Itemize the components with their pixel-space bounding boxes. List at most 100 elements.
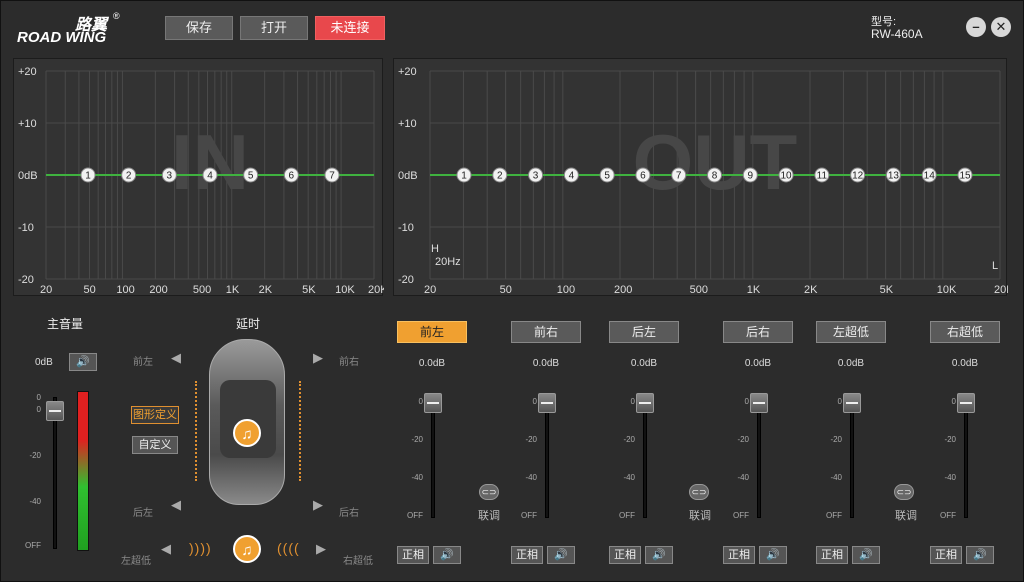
channel-fader[interactable]: 0 -20 -40 OFF: [729, 393, 773, 523]
rear-left-speaker-icon[interactable]: ◀: [171, 497, 181, 513]
eq-band-node[interactable]: 7: [671, 167, 687, 183]
level-meter: [77, 391, 89, 551]
mute-button[interactable]: 🔊: [433, 546, 461, 564]
eq-band-node[interactable]: 2: [121, 167, 137, 183]
eq-x-tick: 1K: [226, 284, 240, 296]
lowpass-marker[interactable]: L: [992, 260, 998, 272]
eq-band-label: 6: [289, 171, 295, 182]
eq-band-node[interactable]: 6: [283, 167, 299, 183]
eq-band-node[interactable]: 1: [456, 167, 472, 183]
eq-in-panel[interactable]: +20 +10 0dB -10 -20 20 50 100 200 500 1K 2K 5K 10K 20K…: [13, 58, 384, 297]
highpass-marker[interactable]: H: [431, 243, 439, 255]
eq-band-node[interactable]: 9: [742, 167, 758, 183]
eq-band-node[interactable]: 15: [957, 167, 973, 183]
eq-y-tick: +10: [398, 118, 417, 130]
eq-y-tick: 0dB: [18, 170, 38, 182]
phase-button[interactable]: 正相: [816, 546, 848, 564]
eq-band-node[interactable]: 5: [243, 167, 259, 183]
phase-button[interactable]: 正相: [723, 546, 755, 564]
eq-out-graph[interactable]: +20 +10 0dB -10 -20 20 50 100 200 500 1K 2K 5K 10K 20K…: [394, 59, 1008, 297]
eq-watermark: IN: [171, 118, 249, 206]
save-button[interactable]: 保存: [165, 16, 233, 40]
eq-band-node[interactable]: 3: [528, 167, 544, 183]
eq-band-node[interactable]: 4: [563, 167, 579, 183]
connection-status-button[interactable]: 未连接: [315, 16, 385, 40]
mute-button[interactable]: 🔊: [645, 546, 673, 564]
link-icon[interactable]: ⊂⊃: [689, 484, 709, 500]
open-button[interactable]: 打开: [240, 16, 308, 40]
channel-fader[interactable]: 0 -20 -40 OFF: [822, 393, 866, 523]
sub-music-note-icon[interactable]: ♫: [233, 535, 261, 563]
eq-band-node[interactable]: 10: [778, 167, 794, 183]
sub-right-speaker-icon[interactable]: ▶: [316, 541, 326, 557]
master-fader[interactable]: 0 0 -20 -40 OFF: [23, 393, 67, 553]
eq-band-node[interactable]: 5: [599, 167, 615, 183]
channel-button[interactable]: 前左: [397, 321, 467, 343]
fader-tick: -40: [411, 473, 423, 482]
mute-button[interactable]: 🔊: [759, 546, 787, 564]
phase-button[interactable]: 正相: [511, 546, 543, 564]
eq-x-tick: 200: [149, 284, 167, 296]
eq-band-node[interactable]: 2: [492, 167, 508, 183]
eq-band-label: 7: [676, 171, 682, 182]
fader-knob[interactable]: [750, 393, 768, 413]
fader-tick: OFF: [826, 511, 842, 520]
channel-fader[interactable]: 0 -20 -40 OFF: [517, 393, 561, 523]
eq-x-tick: 5K: [880, 284, 894, 296]
link-icon[interactable]: ⊂⊃: [894, 484, 914, 500]
eq-in-graph[interactable]: +20 +10 0dB -10 -20 20 50 100 200 500 1K 2K 5K 10K 20K…: [14, 59, 384, 297]
fader-knob[interactable]: [636, 393, 654, 413]
eq-band-node[interactable]: 6: [635, 167, 651, 183]
mute-button[interactable]: 🔊: [852, 546, 880, 564]
master-volume-title: 主音量: [47, 317, 84, 331]
channel-fader[interactable]: 0 -20 -40 OFF: [615, 393, 659, 523]
speaker-icon: 🔊: [652, 549, 666, 561]
fader-knob[interactable]: [538, 393, 556, 413]
eq-band-node[interactable]: 11: [814, 167, 830, 183]
eq-band-node[interactable]: 7: [324, 167, 340, 183]
rear-right-speaker-icon[interactable]: ▶: [313, 497, 323, 513]
phase-button[interactable]: 正相: [609, 546, 641, 564]
channel-button[interactable]: 右超低: [930, 321, 1000, 343]
eq-band-node[interactable]: 8: [707, 167, 722, 183]
channel-fader[interactable]: 0 -20 -40 OFF: [403, 393, 447, 523]
phase-button[interactable]: 正相: [930, 546, 962, 564]
custom-preset-button[interactable]: 自定义: [132, 436, 178, 454]
fader-knob[interactable]: [46, 401, 64, 421]
channel-button[interactable]: 后右: [723, 321, 793, 343]
link-icon[interactable]: ⊂⊃: [479, 484, 499, 500]
phase-button[interactable]: 正相: [397, 546, 429, 564]
mute-button[interactable]: 🔊: [966, 546, 994, 564]
speaker-icon: 🔊: [766, 549, 780, 561]
fader-knob[interactable]: [843, 393, 861, 413]
channel-button[interactable]: 前右: [511, 321, 581, 343]
fader-knob[interactable]: [957, 393, 975, 413]
mute-button[interactable]: 🔊: [547, 546, 575, 564]
eq-band-node[interactable]: 1: [80, 167, 96, 183]
channel-button[interactable]: 后左: [609, 321, 679, 343]
eq-band-node[interactable]: 4: [202, 167, 218, 183]
graphic-preset-button[interactable]: 图形定义: [131, 406, 179, 424]
eq-x-tick: 20K: [368, 284, 384, 296]
eq-band-node[interactable]: 14: [921, 167, 937, 183]
eq-band-node[interactable]: 3: [161, 167, 177, 183]
eq-band-node[interactable]: 12: [850, 167, 866, 183]
front-left-speaker-icon[interactable]: ◀: [171, 350, 181, 366]
music-note-icon[interactable]: ♫: [233, 419, 261, 447]
eq-band-label: 4: [207, 171, 213, 182]
eq-band-node[interactable]: 13: [885, 167, 901, 183]
fader-tick: OFF: [940, 511, 956, 520]
front-right-speaker-icon[interactable]: ▶: [313, 350, 323, 366]
master-mute-button[interactable]: 🔊: [69, 353, 97, 371]
minimize-button[interactable]: –: [966, 17, 986, 37]
fader-knob[interactable]: [424, 393, 442, 413]
eq-band-label: 10: [781, 171, 793, 182]
fader-tick: OFF: [25, 541, 41, 550]
eq-y-tick: +20: [18, 66, 37, 78]
channel-fader[interactable]: 0 -20 -40 OFF: [936, 393, 980, 523]
close-button[interactable]: ✕: [991, 17, 1011, 37]
channel-button[interactable]: 左超低: [816, 321, 886, 343]
delay-title: 延时: [236, 317, 261, 331]
sub-left-speaker-icon[interactable]: ◀: [161, 541, 171, 557]
eq-out-panel[interactable]: +20 +10 0dB -10 -20 20 50 100 200 500 1K 2K 5K 10K 20K…: [393, 58, 1008, 297]
